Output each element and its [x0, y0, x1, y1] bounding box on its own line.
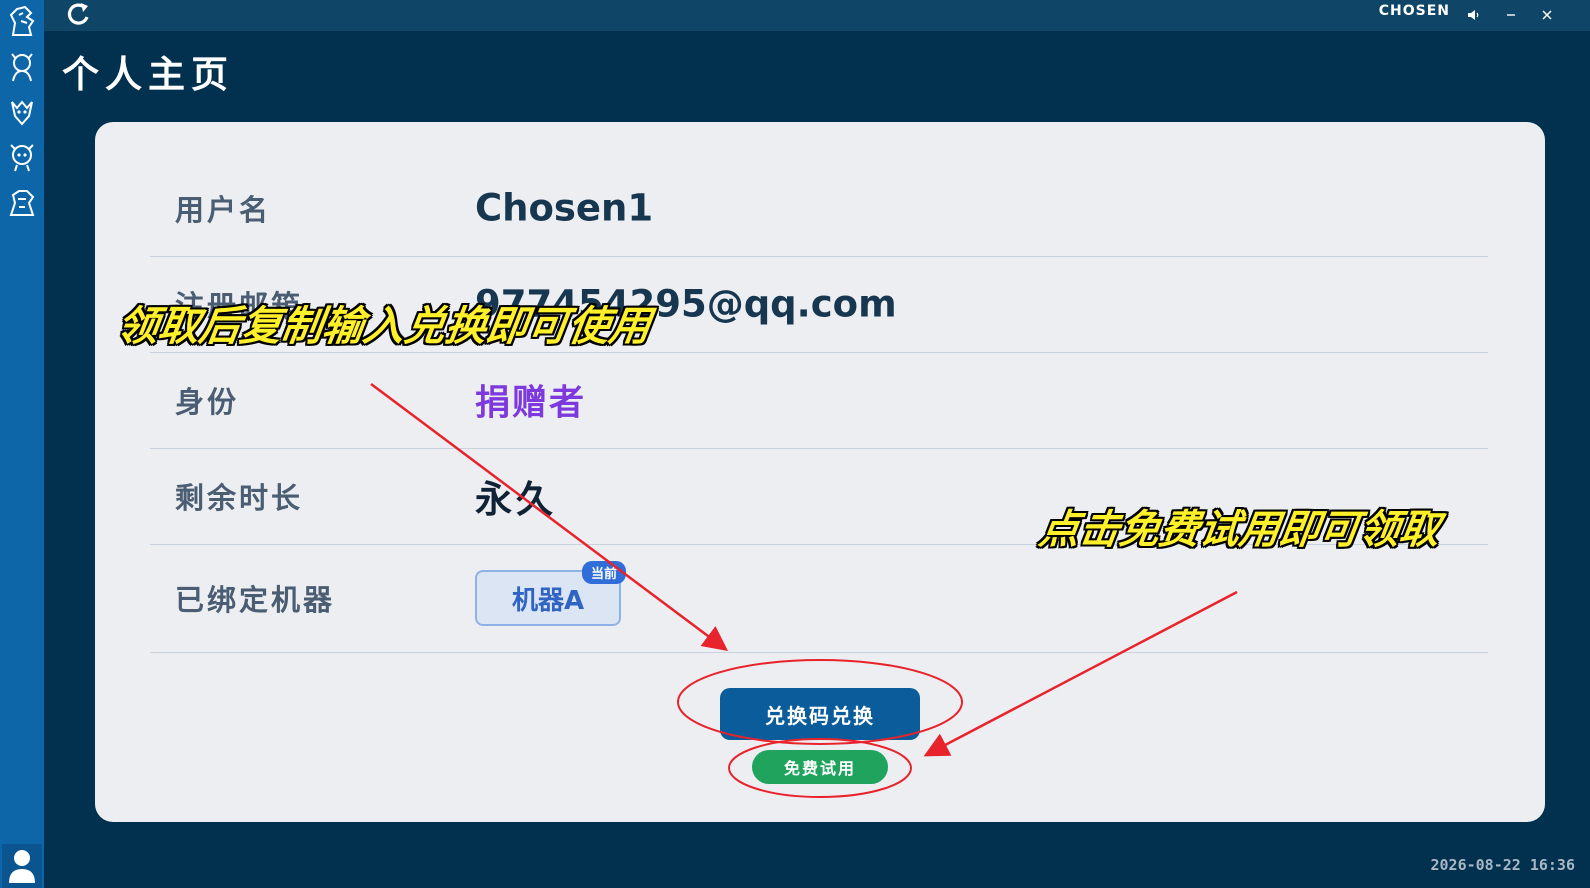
redeem-code-button[interactable]: 兑换码兑换: [720, 688, 920, 740]
character-icon-2[interactable]: [5, 50, 39, 84]
role-label: 身份: [175, 385, 240, 419]
remaining-time-value: 永久: [475, 478, 557, 521]
user-icon: [9, 850, 35, 883]
character-icon-3[interactable]: [5, 95, 39, 129]
app-title: CHOSEN: [1378, 3, 1450, 19]
timestamp: 2026-08-22 16:36: [1430, 856, 1576, 874]
volume-icon[interactable]: [1460, 2, 1486, 28]
free-trial-button[interactable]: 免费试用: [752, 750, 888, 784]
character-icon-1[interactable]: [5, 4, 39, 38]
profile-card: 用户名 Chosen1 注册邮箱 977454295@qq.com 身份 捐赠者…: [95, 122, 1545, 822]
annotation-caption-right: 点击免费试用即可领取: [1036, 507, 1443, 553]
user-avatar-button[interactable]: [2, 844, 42, 888]
current-badge: 当前: [582, 561, 627, 584]
bound-machines-row: 已绑定机器 机器A 当前: [150, 544, 1488, 653]
role-row: 身份 捐赠者: [150, 352, 1488, 449]
refresh-logo-icon: [64, 1, 94, 29]
annotation-caption-left: 领取后复制输入兑换即可使用: [114, 302, 654, 350]
minimize-button[interactable]: [1498, 2, 1524, 28]
page-title: 个人主页: [62, 53, 234, 96]
role-value: 捐赠者: [475, 383, 587, 424]
title-bar: CHOSEN: [44, 0, 1590, 31]
username-value: Chosen1: [475, 186, 654, 230]
character-icon-5[interactable]: [5, 186, 39, 220]
bound-machines-label: 已绑定机器: [175, 583, 336, 617]
sidebar: [0, 0, 44, 888]
close-button[interactable]: [1534, 2, 1560, 28]
username-row: 用户名 Chosen1: [150, 160, 1488, 257]
username-label: 用户名: [175, 193, 272, 227]
character-icon-4[interactable]: [5, 140, 39, 174]
remaining-time-label: 剩余时长: [175, 481, 304, 515]
